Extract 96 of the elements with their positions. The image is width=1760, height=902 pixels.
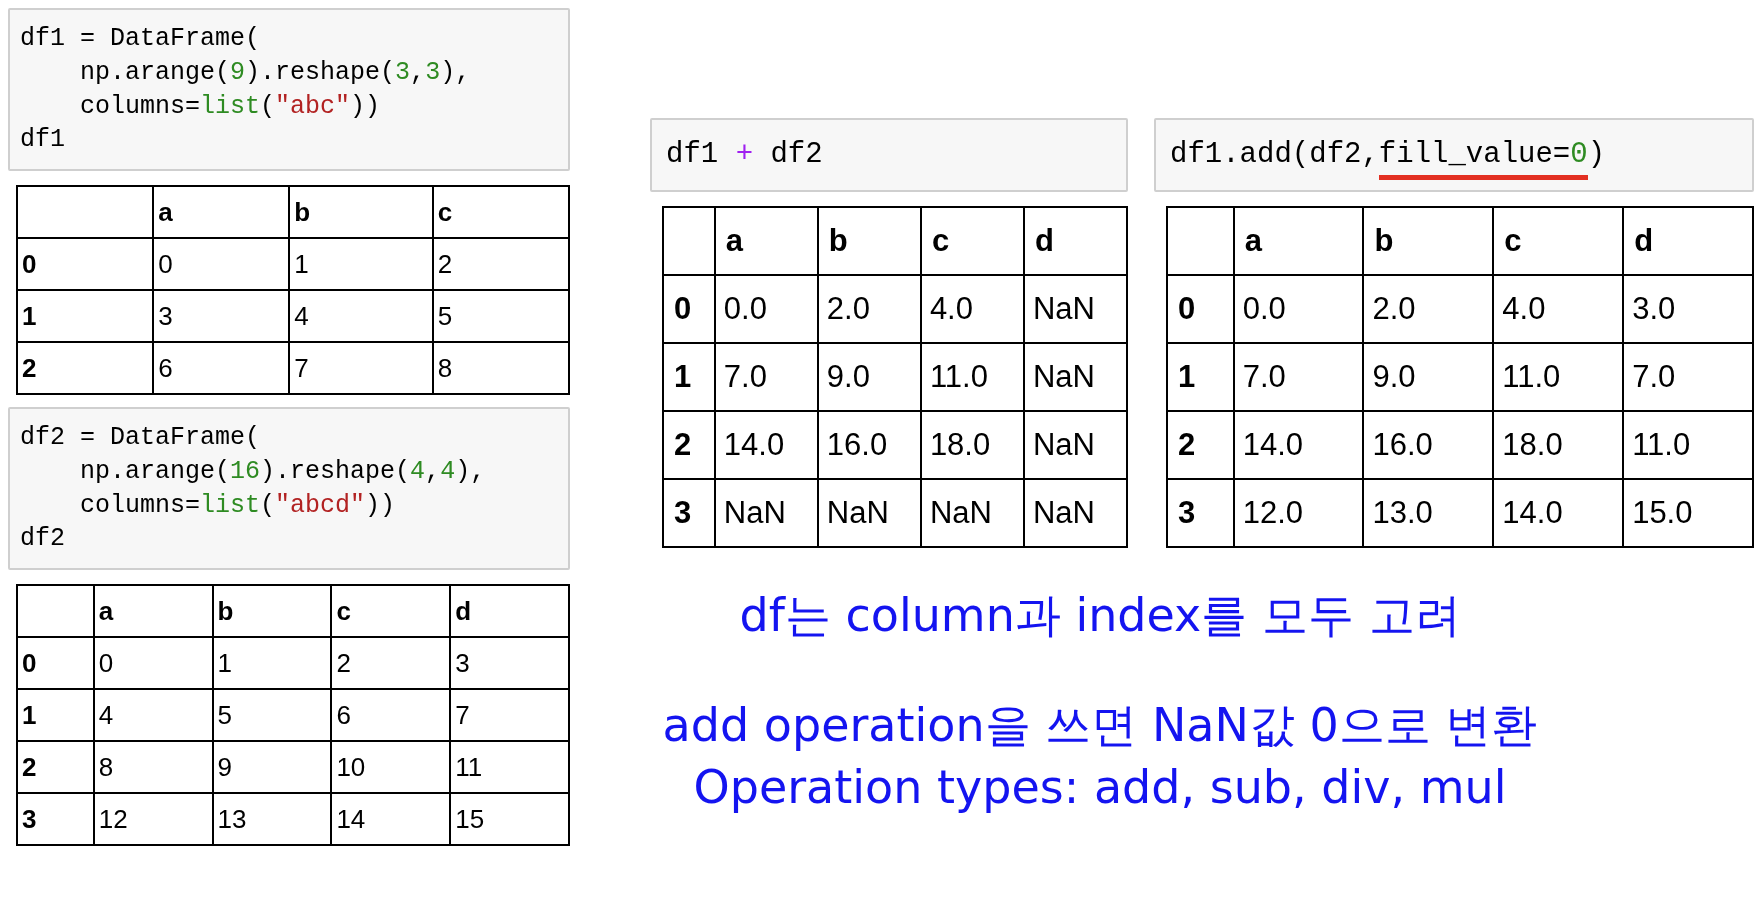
table-cell: 3 xyxy=(153,290,290,342)
table-cell: 1 xyxy=(289,238,433,290)
table-cell: 4 xyxy=(93,689,213,741)
table-cell: 14.0 xyxy=(1493,478,1624,547)
column-header: b xyxy=(1363,206,1494,275)
code-cell[interactable]: df1 = DataFrame( np.arange(9).reshape(3,3), columns=list("abc")) df1 xyxy=(8,8,570,171)
table-cell: 14.0 xyxy=(1233,410,1364,479)
table-cell: 2.0 xyxy=(817,274,921,343)
table-cell: 9.0 xyxy=(817,342,921,411)
table-cell: 6 xyxy=(331,689,451,741)
table-cell: 9.0 xyxy=(1363,342,1494,411)
table-cell: 3 xyxy=(450,637,569,689)
column-header: c xyxy=(1493,206,1624,275)
table-cell: NaN xyxy=(714,478,818,547)
table-cell: 4 xyxy=(289,290,433,342)
table-cell: 7.0 xyxy=(714,342,818,411)
table-cell: 5 xyxy=(212,689,332,741)
table-cell: 0.0 xyxy=(714,274,818,343)
table-cell: 18.0 xyxy=(1493,410,1624,479)
table-cell: 2 xyxy=(331,637,451,689)
table-cell: 14 xyxy=(331,793,451,845)
table-cell: 16.0 xyxy=(817,410,921,479)
table-cell: 14.0 xyxy=(714,410,818,479)
table-cell: 6 xyxy=(153,342,290,394)
table-cell: 1 xyxy=(212,637,332,689)
column-header: c xyxy=(432,186,569,238)
table-cell: 8 xyxy=(432,342,569,394)
table-cell: 7 xyxy=(289,342,433,394)
table-cell: 3.0 xyxy=(1623,274,1753,343)
table-cell: 0 xyxy=(93,637,213,689)
row-index: 1 xyxy=(17,689,94,741)
table-cell: 11 xyxy=(450,741,569,793)
code-cell[interactable]: df2 = DataFrame( np.arange(16).reshape(4,4), columns=list("abcd")) df2 xyxy=(8,407,570,570)
code-cell[interactable]: df1.add(df2,fill_value=0) xyxy=(1154,118,1754,192)
row-index: 2 xyxy=(17,741,94,793)
table-cell: 11.0 xyxy=(1623,410,1753,479)
row-index: 2 xyxy=(663,410,715,479)
column-header: a xyxy=(153,186,290,238)
column-header: a xyxy=(1233,206,1364,275)
column-header: a xyxy=(93,585,213,637)
table-cell: NaN xyxy=(1023,342,1127,411)
column-header: b xyxy=(212,585,332,637)
row-index: 2 xyxy=(1167,410,1234,479)
table-cell: 18.0 xyxy=(920,410,1024,479)
annotation-text: df는 column과 index를 모두 고려 xyxy=(739,586,1461,644)
annotation-text: Operation types: add, sub, div, mul xyxy=(693,758,1507,816)
table-cell: 16.0 xyxy=(1363,410,1494,479)
row-index: 1 xyxy=(663,342,715,411)
table-cell: 10 xyxy=(331,741,451,793)
table-cell: 7.0 xyxy=(1623,342,1753,411)
column-header: c xyxy=(331,585,451,637)
code-cell[interactable]: df1 + df2 xyxy=(650,118,1128,192)
column-header: b xyxy=(817,206,921,275)
row-index: 1 xyxy=(1167,342,1234,411)
table-cell: 8 xyxy=(93,741,213,793)
table-cell: NaN xyxy=(920,478,1024,547)
table-cell: 7.0 xyxy=(1233,342,1364,411)
table-cell: NaN xyxy=(1023,274,1127,343)
table-corner xyxy=(663,206,715,275)
table-cell: 7 xyxy=(450,689,569,741)
table-cell: NaN xyxy=(817,478,921,547)
table-cell: 2.0 xyxy=(1363,274,1494,343)
table-corner xyxy=(1167,206,1234,275)
row-index: 3 xyxy=(17,793,94,845)
row-index: 0 xyxy=(17,238,154,290)
row-index: 0 xyxy=(1167,274,1234,343)
column-header: a xyxy=(714,206,818,275)
table-cell: 13.0 xyxy=(1363,478,1494,547)
table-cell: 13 xyxy=(212,793,332,845)
table-cell: 0.0 xyxy=(1233,274,1364,343)
table-cell: 12.0 xyxy=(1233,478,1364,547)
table-cell: 11.0 xyxy=(920,342,1024,411)
column-header: c xyxy=(920,206,1024,275)
column-header: d xyxy=(1023,206,1127,275)
table-cell: 4.0 xyxy=(920,274,1024,343)
table-cell: 9 xyxy=(212,741,332,793)
row-index: 3 xyxy=(1167,478,1234,547)
column-header: b xyxy=(289,186,433,238)
table-cell: 15.0 xyxy=(1623,478,1753,547)
table-cell: 11.0 xyxy=(1493,342,1624,411)
annotation-text: add operation을 쓰면 NaN값 0으로 변환 xyxy=(662,696,1538,754)
table-cell: 0 xyxy=(153,238,290,290)
row-index: 3 xyxy=(663,478,715,547)
column-header: d xyxy=(450,585,569,637)
table-cell: 2 xyxy=(432,238,569,290)
row-index: 0 xyxy=(663,274,715,343)
column-header: d xyxy=(1623,206,1753,275)
table-cell: 12 xyxy=(93,793,213,845)
row-index: 1 xyxy=(17,290,154,342)
table-cell: 15 xyxy=(450,793,569,845)
table-cell: 4.0 xyxy=(1493,274,1624,343)
row-index: 0 xyxy=(17,637,94,689)
table-cell: NaN xyxy=(1023,478,1127,547)
table-cell: NaN xyxy=(1023,410,1127,479)
table-cell: 5 xyxy=(432,290,569,342)
row-index: 2 xyxy=(17,342,154,394)
